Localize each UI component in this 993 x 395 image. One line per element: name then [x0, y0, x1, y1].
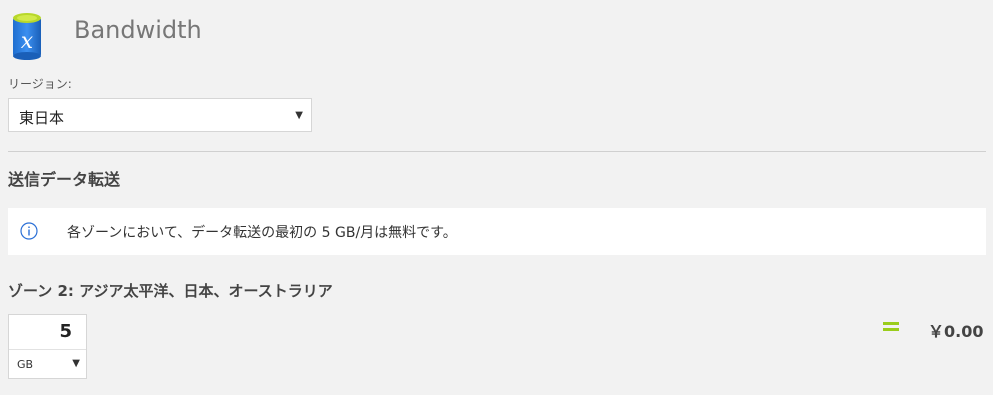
quantity-input-group[interactable]: 5 GB ▼: [8, 314, 87, 379]
region-label: リージョン:: [8, 77, 72, 91]
equals-icon: [883, 320, 899, 334]
section-title: 送信データ転送: [8, 170, 121, 189]
chevron-down-icon: ▼: [72, 358, 80, 369]
bandwidth-service-icon: x: [13, 13, 41, 60]
zone-title: ゾーン 2: アジア太平洋、日本、オーストラリア: [8, 282, 333, 300]
info-icon: [20, 222, 38, 240]
info-text: 各ゾーンにおいて、データ転送の最初の 5 GB/月は無料です。: [67, 225, 457, 241]
region-dropdown[interactable]: 東日本 ▼: [8, 98, 312, 132]
chevron-down-icon: ▼: [295, 110, 303, 121]
page-title: Bandwidth: [74, 16, 202, 44]
svg-text:x: x: [21, 29, 34, 54]
price-total: ￥0.00: [928, 322, 984, 341]
section-divider: [8, 151, 986, 152]
quantity-input[interactable]: 5: [59, 321, 72, 342]
unit-select[interactable]: GB: [17, 358, 33, 371]
quantity-divider: [9, 349, 86, 350]
info-banner: 各ゾーンにおいて、データ転送の最初の 5 GB/月は無料です。: [8, 208, 986, 255]
region-selected-value: 東日本: [19, 109, 65, 127]
pricing-calculator-card: x Bandwidth リージョン: 東日本 ▼ 送信データ転送 各ゾーンにおい…: [0, 0, 993, 395]
